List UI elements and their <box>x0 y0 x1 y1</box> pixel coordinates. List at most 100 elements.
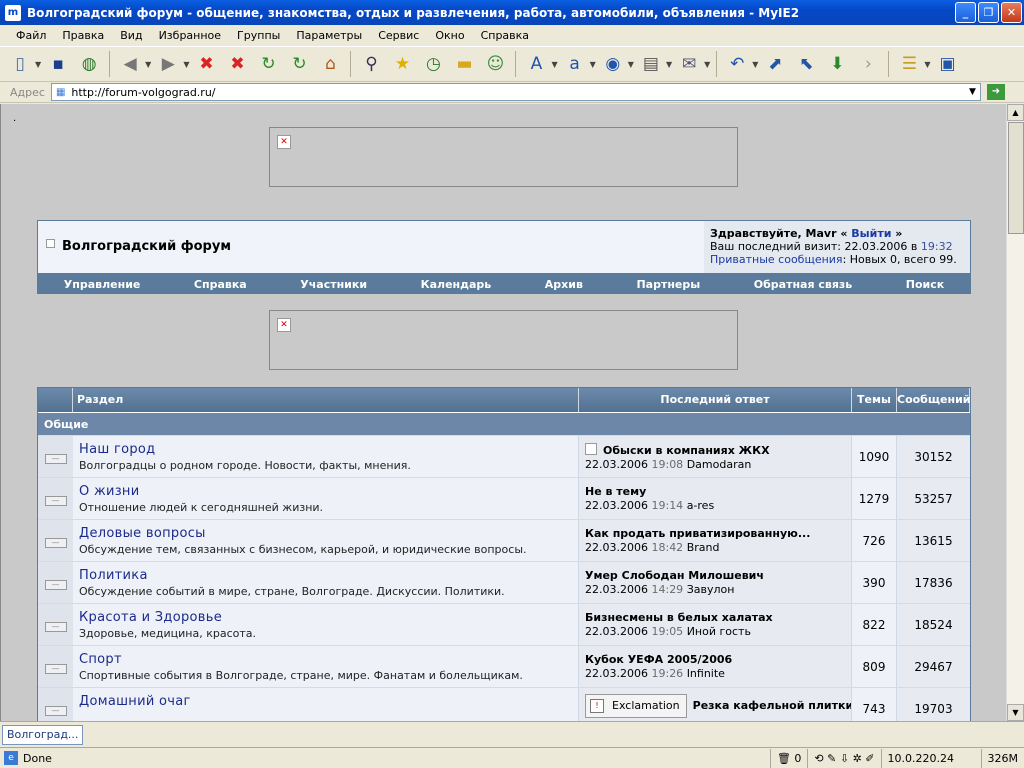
last-author-link[interactable]: Иной гость <box>687 625 751 638</box>
brush-icon[interactable]: ✎ <box>827 752 836 765</box>
toggle-icon[interactable]: › <box>854 50 882 78</box>
dropdown-arrow-icon[interactable]: ▼ <box>551 60 557 69</box>
undo-icon[interactable]: ↶ <box>723 50 751 78</box>
private-messages-link[interactable]: Приватные сообщения <box>710 253 843 266</box>
last-author-link[interactable]: Завулон <box>687 583 735 596</box>
posts-count: 18524 <box>897 604 970 645</box>
window-icon[interactable]: ▣ <box>934 50 962 78</box>
forum-name-link[interactable]: Политика <box>79 568 578 583</box>
nav-search[interactable]: Поиск <box>906 278 944 291</box>
nav-partners[interactable]: Партнеры <box>636 278 700 291</box>
last-author-link[interactable]: a-res <box>687 499 715 512</box>
user-icon[interactable]: ☺ <box>481 50 509 78</box>
dropdown-arrow-icon[interactable]: ▼ <box>628 60 634 69</box>
category-row[interactable]: Общие <box>38 412 970 435</box>
download-status-icon[interactable]: ⇩ <box>840 752 849 765</box>
logo-placeholder-icon <box>46 239 55 248</box>
forum-name-link[interactable]: Спорт <box>79 652 578 667</box>
scroll-thumb[interactable] <box>1008 122 1024 234</box>
forum-name-link[interactable]: Деловые вопросы <box>79 526 578 541</box>
minimize-button[interactable]: _ <box>955 2 976 23</box>
menu-tools[interactable]: Сервис <box>370 29 427 42</box>
dropdown-arrow-icon[interactable]: ▼ <box>145 60 151 69</box>
history-icon[interactable]: ◷ <box>419 50 447 78</box>
refresh-all-icon[interactable]: ↻ <box>285 50 313 78</box>
nav-control[interactable]: Управление <box>64 278 141 291</box>
forum-name-link[interactable]: Домашний очаг <box>79 694 578 709</box>
open-window-icon[interactable]: ⬈ <box>761 50 789 78</box>
folder-icon[interactable]: ▬ <box>450 50 478 78</box>
forum-name-link[interactable]: О жизни <box>79 484 578 499</box>
globe-icon[interactable]: ◉ <box>599 50 627 78</box>
trash-section[interactable]: 🗑 0 <box>769 748 807 768</box>
dropdown-arrow-icon[interactable]: ▼ <box>35 60 41 69</box>
restore-window-icon[interactable]: ⬉ <box>792 50 820 78</box>
offline-icon[interactable]: ◍ <box>75 50 103 78</box>
layout-icon[interactable]: ☰ <box>895 50 923 78</box>
settings-icon[interactable]: ✲ <box>853 752 862 765</box>
forum-name-link[interactable]: Наш город <box>79 442 578 457</box>
nav-archive[interactable]: Архив <box>545 278 583 291</box>
last-topic-link[interactable]: Резка кафельной плитки <box>693 699 851 712</box>
forward-icon[interactable]: ▶ <box>154 50 182 78</box>
nav-members[interactable]: Участники <box>300 278 367 291</box>
address-input[interactable]: ▦ http://forum-volgograd.ru/ ▼ <box>50 83 981 101</box>
close-button[interactable]: ✕ <box>1001 2 1022 23</box>
font-icon[interactable]: A <box>522 50 550 78</box>
forum-name-link[interactable]: Красота и Здоровье <box>79 610 578 625</box>
exclamation-image-icon: ! <box>590 699 604 713</box>
menu-favorites[interactable]: Избранное <box>151 29 229 42</box>
dropdown-arrow-icon[interactable]: ▼ <box>924 60 930 69</box>
dropdown-arrow-icon[interactable]: ▼ <box>666 60 672 69</box>
logout-link[interactable]: Выйти <box>851 227 891 240</box>
maximize-button[interactable]: ❐ <box>978 2 999 23</box>
last-topic-link[interactable]: Бизнесмены в белых халатах <box>585 611 851 625</box>
edit-icon[interactable]: ✐ <box>865 752 874 765</box>
nav-feedback[interactable]: Обратная связь <box>754 278 853 291</box>
stop-all-icon[interactable]: ✖ <box>223 50 251 78</box>
dropdown-arrow-icon[interactable]: ▼ <box>590 60 596 69</box>
menu-groups[interactable]: Группы <box>229 29 288 42</box>
last-topic-link[interactable]: Как продать приватизированную... <box>585 527 851 541</box>
search-icon[interactable]: ⚲ <box>357 50 385 78</box>
last-topic-link[interactable]: Не в тему <box>585 485 851 499</box>
last-author-link[interactable]: Infinite <box>687 667 725 680</box>
translate-icon[interactable]: a <box>561 50 589 78</box>
save-icon[interactable]: ▪ <box>44 50 72 78</box>
banner-middle[interactable]: ✕ <box>269 310 738 370</box>
favorites-icon[interactable]: ★ <box>388 50 416 78</box>
download-icon[interactable]: ⬇ <box>823 50 851 78</box>
scroll-up-icon[interactable]: ▲ <box>1007 104 1024 121</box>
address-dropdown-icon[interactable]: ▼ <box>965 87 980 97</box>
menu-options[interactable]: Параметры <box>288 29 370 42</box>
broken-image-icon: ✕ <box>277 318 291 332</box>
scroll-down-icon[interactable]: ▼ <box>1007 704 1024 721</box>
last-author-link[interactable]: Damodaran <box>687 458 752 471</box>
home-icon[interactable]: ⌂ <box>316 50 344 78</box>
nav-calendar[interactable]: Календарь <box>421 278 492 291</box>
print-icon[interactable]: ▤ <box>637 50 665 78</box>
menu-help[interactable]: Справка <box>473 29 537 42</box>
last-topic-link[interactable]: Кубок УЕФА 2005/2006 <box>585 653 851 667</box>
menu-edit[interactable]: Правка <box>54 29 112 42</box>
menu-view[interactable]: Вид <box>112 29 150 42</box>
new-page-icon[interactable]: ▯ <box>6 50 34 78</box>
back-icon[interactable]: ◀ <box>116 50 144 78</box>
last-topic-link[interactable]: Обыски в компаниях ЖКХ <box>603 444 770 457</box>
dropdown-arrow-icon[interactable]: ▼ <box>704 60 710 69</box>
page-tab[interactable]: Волгоград... <box>2 725 84 745</box>
vertical-scrollbar[interactable]: ▲ ▼ <box>1006 104 1024 721</box>
go-button[interactable]: ➜ <box>986 84 1005 100</box>
mail-icon[interactable]: ✉ <box>675 50 703 78</box>
sync-icon[interactable]: ⟲ <box>814 752 823 765</box>
menu-window[interactable]: Окно <box>427 29 472 42</box>
stop-icon[interactable]: ✖ <box>192 50 220 78</box>
dropdown-arrow-icon[interactable]: ▼ <box>752 60 758 69</box>
refresh-icon[interactable]: ↻ <box>254 50 282 78</box>
menu-file[interactable]: Файл <box>8 29 54 42</box>
last-author-link[interactable]: Brand <box>687 541 720 554</box>
last-topic-link[interactable]: Умер Слободан Милошевич <box>585 569 851 583</box>
banner-top[interactable]: ✕ <box>269 127 738 187</box>
nav-help[interactable]: Справка <box>194 278 247 291</box>
dropdown-arrow-icon[interactable]: ▼ <box>183 60 189 69</box>
